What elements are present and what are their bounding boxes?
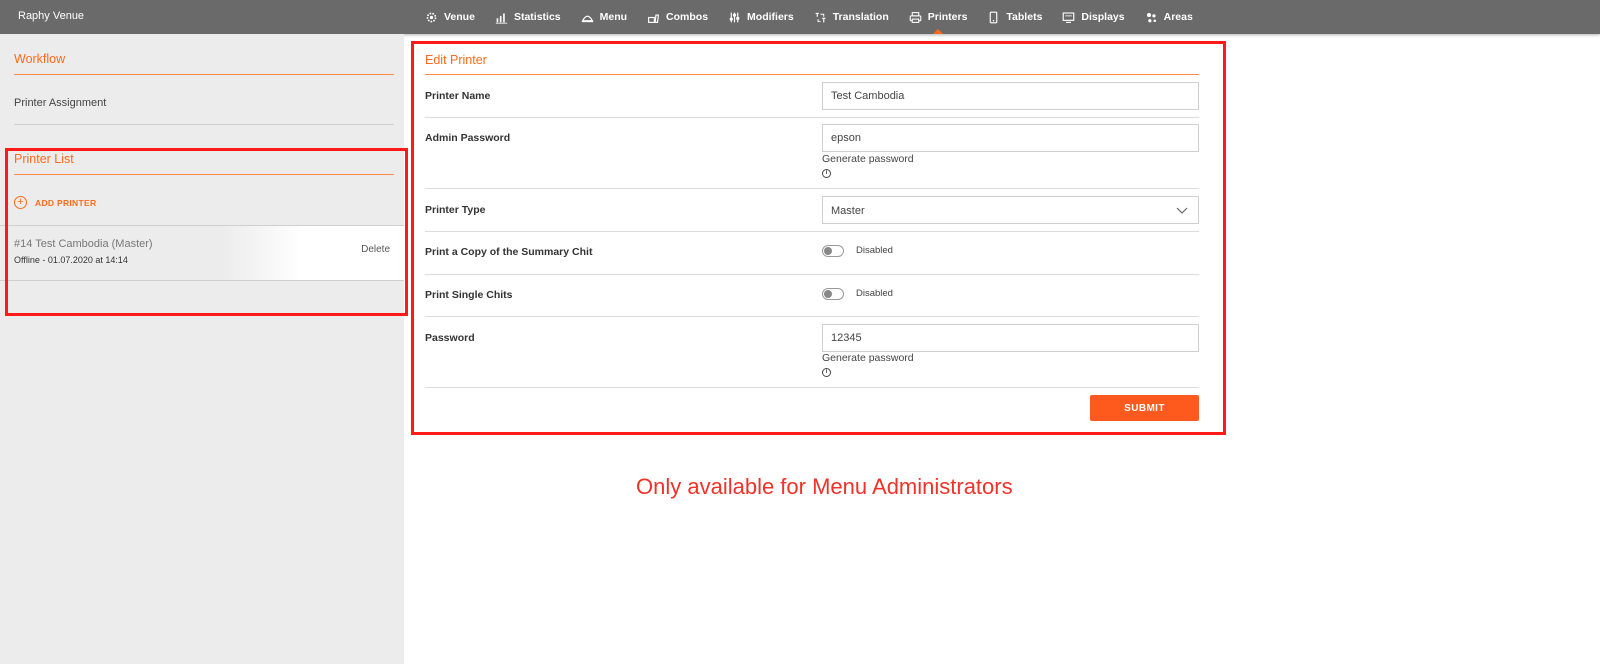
sidebar: Workflow Printer Assignment Printer List… <box>0 34 404 664</box>
display-icon <box>1063 11 1075 23</box>
workflow-title: Workflow <box>14 52 66 66</box>
nav-label: Areas <box>1163 11 1193 23</box>
printer-icon <box>909 11 922 23</box>
nav-menu[interactable]: Menu <box>581 0 627 34</box>
divider <box>14 124 394 125</box>
annotation-box-printer-list <box>5 148 408 316</box>
nav-venue[interactable]: Venue <box>425 0 475 34</box>
nav-label: Translation <box>832 11 889 23</box>
nav-label: Venue <box>444 11 475 23</box>
areas-icon <box>1146 12 1156 22</box>
translate-icon <box>815 12 826 22</box>
annotation-note: Only available for Menu Administrators <box>636 474 1013 499</box>
divider <box>14 74 394 75</box>
nav-label: Printers <box>927 11 968 23</box>
nav-label: Statistics <box>513 11 561 23</box>
nav-label: Tablets <box>1006 11 1043 23</box>
gear-icon <box>426 12 437 22</box>
nav-statistics[interactable]: Statistics <box>495 0 561 34</box>
nav-displays[interactable]: Displays <box>1062 0 1125 34</box>
cloche-icon <box>581 15 594 22</box>
nav-printers[interactable]: Printers <box>909 0 968 34</box>
annotation-box-edit-printer <box>411 41 1226 435</box>
printer-assignment-link[interactable]: Printer Assignment <box>14 97 106 109</box>
main-nav: Venue Statistics Menu Combos Modifiers T… <box>425 0 1213 34</box>
combo-icon <box>648 13 660 23</box>
top-bar: Raphy Venue Venue Statistics Menu Combos… <box>0 0 1600 34</box>
venue-name[interactable]: Raphy Venue <box>18 10 84 22</box>
nav-label: Menu <box>599 11 628 23</box>
sliders-icon <box>729 12 740 22</box>
nav-modifiers[interactable]: Modifiers <box>728 0 794 34</box>
chart-icon <box>495 12 508 24</box>
nav-translation[interactable]: Translation <box>814 0 889 34</box>
nav-areas[interactable]: Areas <box>1145 0 1193 34</box>
nav-label: Displays <box>1081 11 1125 23</box>
nav-combos[interactable]: Combos <box>647 0 708 34</box>
tablet-icon <box>990 11 998 23</box>
nav-label: Modifiers <box>747 11 794 23</box>
nav-label: Combos <box>666 11 709 23</box>
nav-tablets[interactable]: Tablets <box>987 0 1042 34</box>
